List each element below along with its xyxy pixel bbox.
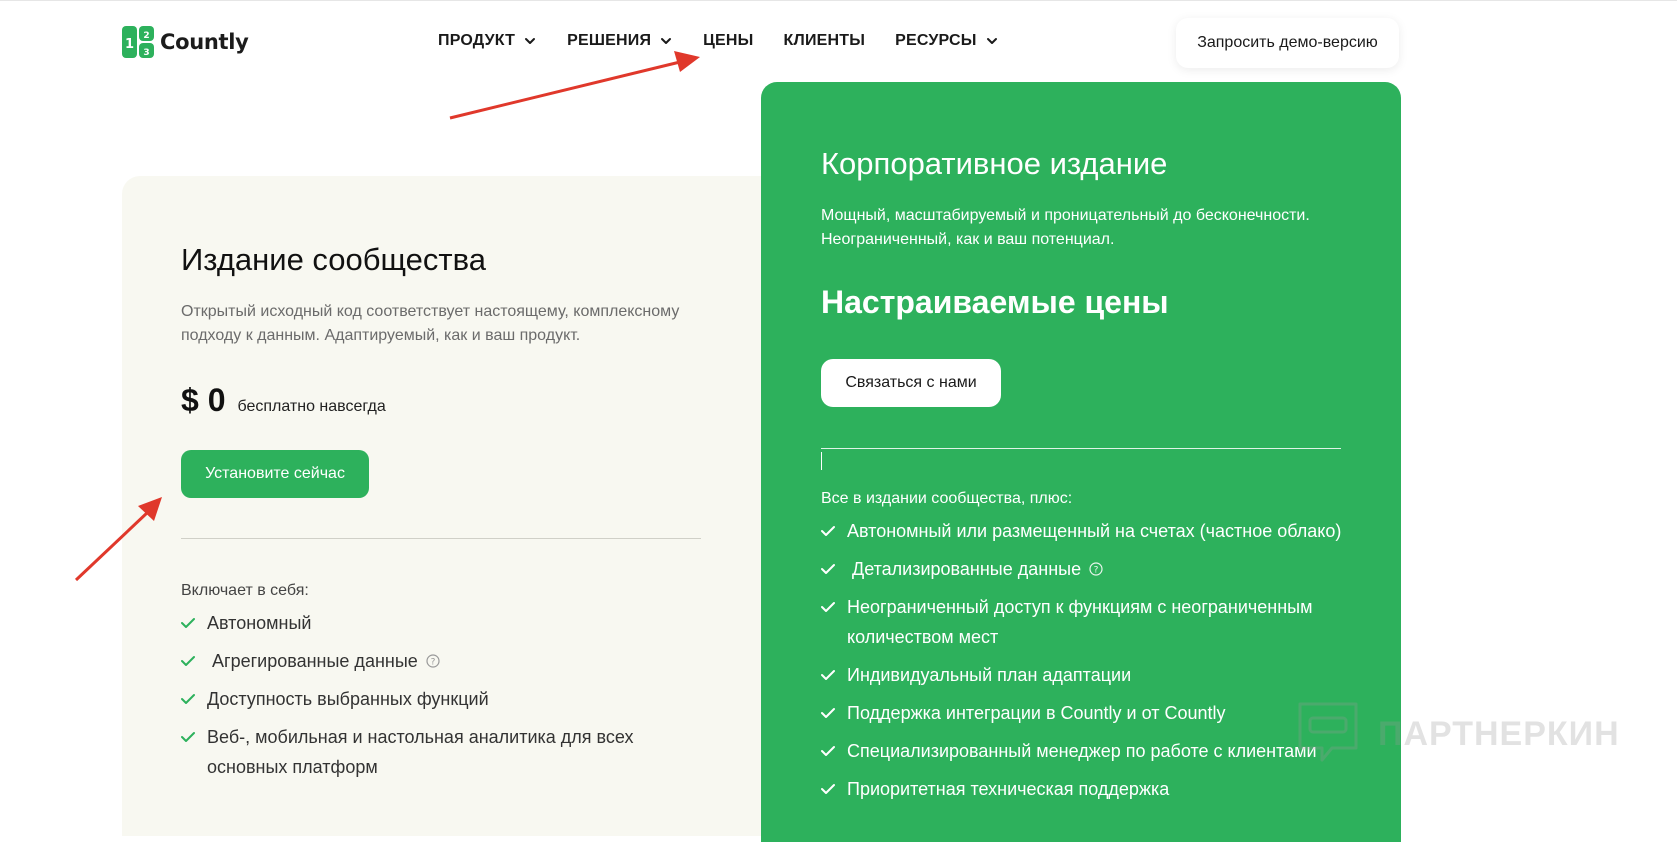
svg-text:?: ?	[430, 658, 435, 668]
text-cursor	[821, 452, 822, 470]
nav-item-solutions[interactable]: РЕШЕНИЯ	[567, 32, 673, 50]
help-icon[interactable]: ?	[1089, 554, 1103, 576]
feature-text: Индивидуальный план адаптации	[847, 665, 1132, 685]
nav-item-product[interactable]: ПРОДУКТ	[438, 32, 537, 50]
price-note: бесплатно навсегда	[237, 398, 386, 415]
nav-item-label: КЛИЕНТЫ	[783, 32, 866, 49]
list-item: Поддержка интеграции в Countly и от Coun…	[821, 698, 1361, 728]
feature-text: Автономный или размещенный на счетах (ча…	[847, 521, 1342, 541]
nav-item-label: РЕШЕНИЯ	[567, 32, 652, 49]
check-icon	[821, 698, 837, 728]
check-icon	[821, 592, 837, 622]
feature-text: Специализированный менеджер по работе с …	[847, 741, 1317, 761]
list-item: Специализированный менеджер по работе с …	[821, 736, 1361, 766]
nav-item-resources[interactable]: РЕСУРСЫ	[895, 32, 999, 50]
list-item: Веб-, мобильная и настольная аналитика д…	[181, 722, 701, 782]
nav-item-pricing[interactable]: ЦЕНЫ	[703, 32, 753, 50]
divider	[181, 538, 701, 539]
feature-text: Доступность выбранных функций	[207, 689, 489, 709]
nav-item-label: ПРОДУКТ	[438, 32, 516, 49]
community-description: Открытый исходный код соответствует наст…	[181, 303, 680, 344]
check-icon	[181, 722, 197, 752]
main-nav: ПРОДУКТ РЕШЕНИЯ ЦЕНЫ КЛИЕНТЫ РЕСУРСЫ	[438, 32, 1029, 50]
help-icon[interactable]: ?	[426, 646, 440, 668]
feature-text: Неограниченный доступ к функциям с неогр…	[847, 597, 1313, 647]
countly-logo-icon: 1 2 3	[122, 26, 154, 58]
arrow-to-pricing-nav	[449, 51, 700, 120]
divider	[821, 448, 1341, 449]
includes-label: Включает в себя:	[181, 582, 309, 599]
list-item: Неограниченный доступ к функциям с неогр…	[821, 592, 1361, 652]
enterprise-features-list: Автономный или размещенный на счетах (ча…	[821, 516, 1361, 812]
svg-text:2: 2	[143, 31, 149, 41]
list-item: Индивидуальный план адаптации	[821, 660, 1361, 690]
enterprise-description: Мощный, масштабируемый и проницательный …	[821, 207, 1310, 248]
enterprise-title: Корпоративное издание	[821, 146, 1168, 181]
check-icon	[821, 774, 837, 804]
top-border	[0, 0, 1677, 1]
feature-text: Поддержка интеграции в Countly и от Coun…	[847, 703, 1226, 723]
check-icon	[821, 660, 837, 690]
countly-logo[interactable]: 1 2 3 Countly	[122, 26, 249, 58]
nav-item-label: ЦЕНЫ	[703, 32, 754, 49]
feature-text: Приоритетная техническая поддержка	[847, 779, 1170, 799]
check-icon	[821, 736, 837, 766]
community-price: $ 0 бесплатно навсегда	[181, 382, 386, 419]
watermark-text: ПАРТНЕРКИН	[1378, 715, 1620, 753]
svg-text:1: 1	[125, 37, 134, 52]
request-demo-button[interactable]: Запросить демо-версию	[1176, 18, 1399, 68]
feature-text: Детализированные данные	[847, 559, 1082, 579]
chat-bubble-icon	[1296, 700, 1360, 769]
community-features-list: Автономный Агрегированные данные ? Досту…	[181, 608, 701, 790]
feature-text: Агрегированные данные	[207, 651, 418, 671]
feature-text: Автономный	[207, 613, 312, 633]
list-item: Агрегированные данные ?	[181, 646, 701, 676]
list-item: Автономный или размещенный на счетах (ча…	[821, 516, 1361, 546]
check-icon	[181, 684, 197, 714]
includes-label: Все в издании сообщества, плюс:	[821, 490, 1073, 507]
check-icon	[181, 608, 197, 638]
chevron-down-icon	[985, 34, 999, 48]
svg-text:3: 3	[143, 48, 149, 58]
list-item: Автономный	[181, 608, 701, 638]
list-item: Приоритетная техническая поддержка	[821, 774, 1361, 804]
contact-us-button[interactable]: Связаться с нами	[821, 359, 1001, 407]
svg-text:?: ?	[1094, 566, 1099, 576]
nav-item-label: РЕСУРСЫ	[895, 32, 977, 49]
install-now-button[interactable]: Установите сейчас	[181, 450, 369, 498]
custom-pricing-heading: Настраиваемые цены	[821, 284, 1169, 320]
chevron-down-icon	[659, 34, 673, 48]
community-title: Издание сообщества	[181, 242, 486, 277]
price-amount: $ 0	[181, 382, 226, 418]
check-icon	[181, 646, 197, 676]
nav-item-customers[interactable]: КЛИЕНТЫ	[784, 32, 866, 50]
community-edition-card: Издание сообщества Открытый исходный код…	[122, 176, 772, 836]
partnerkin-watermark: ПАРТНЕРКИН	[1296, 700, 1620, 769]
list-item: Детализированные данные ?	[821, 554, 1361, 584]
list-item: Доступность выбранных функций	[181, 684, 701, 714]
chevron-down-icon	[523, 34, 537, 48]
check-icon	[821, 516, 837, 546]
check-icon	[821, 554, 837, 584]
feature-text: Веб-, мобильная и настольная аналитика д…	[207, 727, 634, 777]
logo-text: Countly	[160, 30, 249, 54]
